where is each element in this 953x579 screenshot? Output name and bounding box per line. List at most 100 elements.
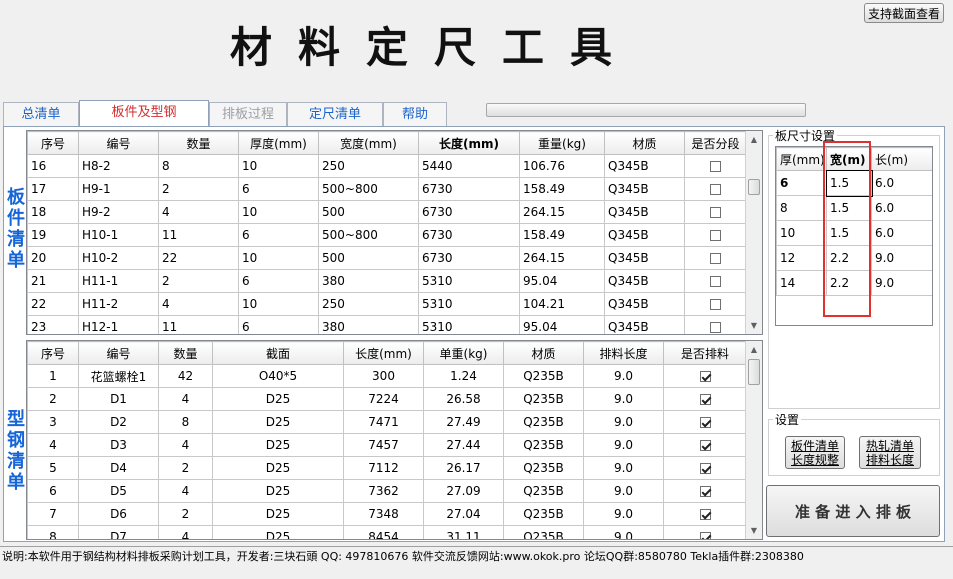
column-header[interactable]: 厚度(mm) bbox=[238, 131, 319, 155]
table-cell[interactable]: Q345B bbox=[604, 269, 685, 293]
checkbox-unchecked[interactable] bbox=[710, 253, 721, 264]
column-header[interactable]: 材质 bbox=[604, 131, 685, 155]
table-cell[interactable]: 27.44 bbox=[423, 433, 504, 457]
table-cell[interactable]: Q235B bbox=[503, 502, 584, 526]
table-row[interactable]: 18 H9-2 4 10 500 6730 264.15 Q345B bbox=[27, 200, 747, 224]
table-cell[interactable]: 6 bbox=[238, 269, 319, 293]
table-cell[interactable]: Q345B bbox=[604, 223, 685, 247]
table-cell[interactable]: 4 bbox=[158, 387, 213, 411]
column-header[interactable]: 宽度(mm) bbox=[318, 131, 419, 155]
checkbox-cell[interactable] bbox=[663, 364, 747, 388]
table-row[interactable]: 23 H12-1 11 6 380 5310 95.04 Q345B bbox=[27, 315, 747, 334]
table-cell[interactable]: 500~800 bbox=[318, 177, 419, 201]
checkbox-checked[interactable] bbox=[699, 371, 711, 382]
table-cell[interactable]: 500 bbox=[318, 246, 419, 270]
checkbox-cell[interactable] bbox=[663, 525, 747, 539]
column-header[interactable]: 序号 bbox=[27, 341, 79, 365]
column-header[interactable]: 排料长度 bbox=[583, 341, 664, 365]
checkbox-unchecked[interactable] bbox=[710, 230, 721, 241]
table-cell[interactable]: 1 bbox=[27, 364, 79, 388]
table-cell[interactable]: 9.0 bbox=[583, 525, 664, 539]
table-row[interactable]: 19 H10-1 11 6 500~800 6730 158.49 Q345B bbox=[27, 223, 747, 247]
table-cell[interactable]: 23 bbox=[27, 315, 79, 334]
table-cell[interactable]: 8 bbox=[158, 154, 239, 178]
table-cell[interactable]: 4 bbox=[158, 292, 239, 316]
plate-scroll-thumb[interactable] bbox=[748, 179, 760, 195]
steel-cut-length-button[interactable]: 热轧清单 排料长度 bbox=[859, 436, 921, 469]
table-cell[interactable]: 7348 bbox=[343, 502, 424, 526]
checkbox-cell[interactable] bbox=[663, 502, 747, 526]
table-cell[interactable]: 158.49 bbox=[519, 223, 605, 247]
table-cell[interactable]: 104.21 bbox=[519, 292, 605, 316]
table-cell[interactable]: 10 bbox=[238, 292, 319, 316]
table-cell[interactable]: Q235B bbox=[503, 456, 584, 480]
column-header[interactable]: 数量 bbox=[158, 341, 213, 365]
checkbox-checked[interactable] bbox=[699, 509, 711, 520]
table-cell[interactable]: D25 bbox=[212, 410, 344, 434]
table-cell[interactable]: Q345B bbox=[604, 154, 685, 178]
steel-scroll-thumb[interactable] bbox=[748, 359, 760, 385]
table-cell[interactable]: D25 bbox=[212, 387, 344, 411]
table-cell[interactable]: 6 bbox=[238, 315, 319, 334]
scroll-up-arrow-icon[interactable]: ▲ bbox=[746, 131, 762, 148]
table-cell[interactable]: 5310 bbox=[418, 269, 520, 293]
table-row[interactable]: 22 H11-2 4 10 250 5310 104.21 Q345B bbox=[27, 292, 747, 316]
column-header[interactable]: 截面 bbox=[212, 341, 344, 365]
table-cell[interactable]: 2 bbox=[158, 177, 239, 201]
table-cell[interactable]: O40*5 bbox=[212, 364, 344, 388]
tab-cut-list[interactable]: 定尺清单 bbox=[287, 102, 383, 126]
table-cell[interactable]: 6.0 bbox=[871, 195, 932, 221]
table-row[interactable]: 1 花篮螺栓1 42 O40*5 300 1.24 Q235B 9.0 bbox=[27, 364, 747, 388]
table-cell[interactable]: 6 bbox=[776, 170, 827, 196]
table-cell[interactable]: 95.04 bbox=[519, 269, 605, 293]
table-cell[interactable]: 4 bbox=[158, 479, 213, 503]
column-header[interactable]: 数量 bbox=[158, 131, 239, 155]
table-cell[interactable]: 500~800 bbox=[318, 223, 419, 247]
checkbox-unchecked[interactable] bbox=[710, 299, 721, 310]
table-cell[interactable]: 9.0 bbox=[871, 270, 932, 296]
table-cell[interactable]: Q235B bbox=[503, 525, 584, 539]
checkbox-unchecked[interactable] bbox=[710, 184, 721, 195]
checkbox-unchecked[interactable] bbox=[710, 161, 721, 172]
table-cell[interactable]: Q235B bbox=[503, 479, 584, 503]
checkbox-checked[interactable] bbox=[699, 532, 711, 539]
table-cell[interactable]: 8 bbox=[158, 410, 213, 434]
table-row[interactable]: 2 D1 4 D25 7224 26.58 Q235B 9.0 bbox=[27, 387, 747, 411]
table-cell[interactable]: 10 bbox=[238, 246, 319, 270]
table-cell[interactable]: 250 bbox=[318, 154, 419, 178]
tab-plates-and-steel[interactable]: 板件及型钢 bbox=[79, 100, 209, 127]
table-cell[interactable]: 2 bbox=[158, 269, 239, 293]
table-cell[interactable]: 27.04 bbox=[423, 502, 504, 526]
table-cell[interactable]: 6730 bbox=[418, 246, 520, 270]
table-row[interactable]: 6 D5 4 D25 7362 27.09 Q235B 9.0 bbox=[27, 479, 747, 503]
column-header[interactable]: 是否分段 bbox=[684, 131, 747, 155]
table-row[interactable]: 8 D7 4 D25 8454 31.11 Q235B 9.0 bbox=[27, 525, 747, 539]
table-cell[interactable]: D25 bbox=[212, 525, 344, 539]
column-header[interactable]: 序号 bbox=[27, 131, 79, 155]
table-cell[interactable]: D25 bbox=[212, 479, 344, 503]
table-cell[interactable]: D25 bbox=[212, 502, 344, 526]
checkbox-checked[interactable] bbox=[699, 486, 711, 497]
checkbox-cell[interactable] bbox=[684, 292, 747, 316]
table-cell[interactable]: 9.0 bbox=[583, 479, 664, 503]
checkbox-cell[interactable] bbox=[684, 269, 747, 293]
table-cell[interactable]: 22 bbox=[27, 292, 79, 316]
table-cell[interactable]: 9.0 bbox=[583, 387, 664, 411]
checkbox-cell[interactable] bbox=[684, 177, 747, 201]
steel-scrollbar[interactable]: ▲ ▼ bbox=[745, 341, 762, 539]
table-cell[interactable]: D25 bbox=[212, 433, 344, 457]
table-cell[interactable]: D25 bbox=[212, 456, 344, 480]
checkbox-unchecked[interactable] bbox=[710, 207, 721, 218]
table-cell[interactable]: 12 bbox=[776, 245, 827, 271]
column-header[interactable]: 材质 bbox=[503, 341, 584, 365]
table-cell[interactable]: 26.17 bbox=[423, 456, 504, 480]
table-cell[interactable]: 16 bbox=[27, 154, 79, 178]
table-cell[interactable]: 11 bbox=[158, 223, 239, 247]
table-cell[interactable]: H10-1 bbox=[78, 223, 159, 247]
table-row[interactable]: 17 H9-1 2 6 500~800 6730 158.49 Q345B bbox=[27, 177, 747, 201]
table-row[interactable]: 4 D3 4 D25 7457 27.44 Q235B 9.0 bbox=[27, 433, 747, 457]
table-cell[interactable]: 4 bbox=[158, 200, 239, 224]
tab-help[interactable]: 帮助 bbox=[383, 102, 447, 126]
table-row[interactable]: 7 D6 2 D25 7348 27.04 Q235B 9.0 bbox=[27, 502, 747, 526]
table-cell[interactable]: 4 bbox=[158, 525, 213, 539]
